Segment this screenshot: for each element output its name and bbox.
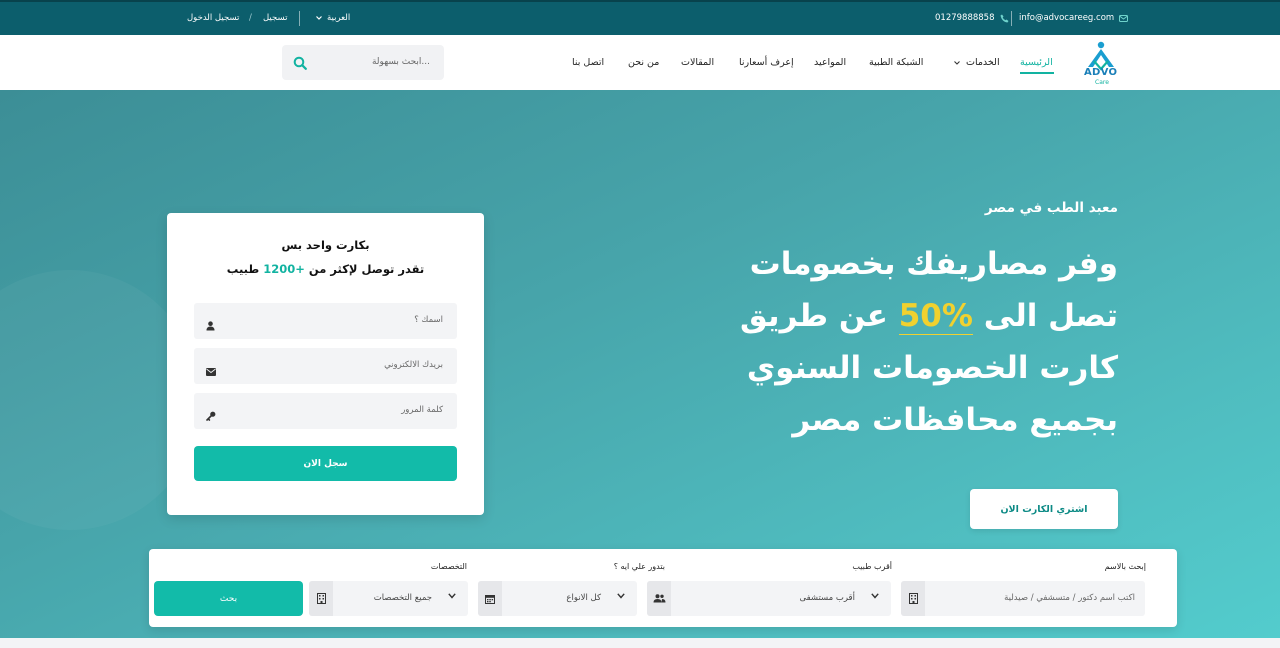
topbar-divider [299, 11, 300, 26]
name-search-placeholder: اكتب اسم دكتور / متسشفي / صيدلية [1004, 593, 1135, 603]
type-label: بتدور علي ايه ؟ [613, 562, 665, 571]
phone-text[interactable]: 01279888858 [935, 13, 995, 23]
calendar-icon [478, 581, 502, 616]
name-field[interactable]: اسمك ؟ [194, 303, 457, 339]
search-submit-button[interactable]: بحث [154, 581, 303, 616]
users-icon [647, 581, 671, 616]
subheading-end: طبيب [226, 262, 260, 276]
envelope-icon [206, 361, 216, 380]
topbar-divider [1011, 11, 1012, 26]
nearest-doctor-label: أقرب طبيب [852, 562, 892, 571]
nav-active-underline [1020, 72, 1054, 74]
hero-title-line-2-start: تصل الى [983, 298, 1118, 334]
auth-divider: / [249, 13, 252, 23]
email-field[interactable]: بريدك الالكتروني [194, 348, 457, 384]
envelope-icon [1119, 14, 1129, 22]
nav-appointments-label[interactable]: المواعيد [814, 57, 846, 68]
hero-title-line-4: بجميع محافظات مصر [792, 402, 1118, 438]
nav-articles-label[interactable]: المقالات [681, 57, 714, 68]
name-search-input[interactable]: اكتب اسم دكتور / متسشفي / صيدلية [901, 581, 1145, 616]
auth-divider-text: / [249, 13, 252, 23]
register-card-subheading: تقدر توصل لإكثر من 1200+ طبيب [167, 262, 484, 276]
language-label[interactable]: العربية [327, 13, 350, 23]
register-link-label[interactable]: تسجيل [263, 13, 287, 23]
register-card: بكارت واحد بس تقدر توصل لإكثر من 1200+ ط… [167, 213, 484, 515]
nearest-hospital-select[interactable]: أقرب مستشفى [647, 581, 891, 616]
nav-medical-network-label[interactable]: الشبكة الطبية [869, 57, 923, 68]
building-icon [901, 581, 925, 616]
logo-text: ADVO [1084, 67, 1118, 78]
nav-about[interactable]: من نحن [628, 57, 659, 68]
main-header: ADVO Care الرئيسية الخدمات الشبكة الطبية… [0, 35, 1280, 90]
language-selector[interactable]: العربية [316, 13, 350, 23]
contact-email[interactable]: info@advocareeg.com [1019, 13, 1129, 23]
nav-contact-label[interactable]: اتصل بنا [572, 57, 604, 68]
chevron-down-icon [448, 593, 456, 599]
nav-about-label[interactable]: من نحن [628, 57, 659, 68]
search-placeholder: ابحث بسهولة... [371, 57, 430, 67]
chevron-down-icon [871, 593, 879, 599]
password-field[interactable]: كلمة المرور [194, 393, 457, 429]
type-select[interactable]: كل الانواع [478, 581, 637, 616]
building-icon [309, 581, 333, 616]
name-search-label: إبحث بالاسم [1104, 562, 1146, 571]
nearest-hospital-value: أقرب مستشفى [799, 593, 856, 603]
hero-title-line-2-end: عن طريق [739, 298, 888, 334]
nav-prices[interactable]: إعرف أسعارنا [739, 57, 794, 68]
nav-services[interactable]: الخدمات [954, 57, 1000, 68]
doctor-count: 1200+ [263, 262, 305, 276]
type-value: كل الانواع [566, 593, 601, 603]
subheading-start: تقدر توصل لإكثر من [308, 262, 425, 276]
login-link[interactable]: تسجيل الدخول [187, 13, 239, 23]
specialties-select[interactable]: جميع التخصصات [309, 581, 468, 616]
nav-services-label[interactable]: الخدمات [966, 57, 1000, 68]
nav-home-label[interactable]: الرئيسية [1020, 57, 1053, 68]
top-bar: info@advocareeg.com 01279888858 العربية … [0, 0, 1280, 35]
logo-subtext: Care [1095, 79, 1109, 86]
discount-highlight: 50% [898, 298, 973, 335]
header-search-input[interactable]: ابحث بسهولة... [282, 45, 444, 80]
contact-phone[interactable]: 01279888858 [935, 13, 1009, 23]
register-link[interactable]: تسجيل [263, 13, 287, 23]
chevron-down-icon [316, 16, 322, 20]
specialties-label: التخصصات [430, 562, 467, 571]
phone-icon [1000, 14, 1008, 22]
nav-prices-label[interactable]: إعرف أسعارنا [739, 57, 794, 68]
nav-medical-network[interactable]: الشبكة الطبية [869, 57, 923, 68]
email-text[interactable]: info@advocareeg.com [1019, 13, 1114, 23]
chevron-down-icon [617, 593, 625, 599]
email-placeholder: بريدك الالكتروني [384, 360, 443, 370]
hero-title-line-2: تصل الى 50% عن طريق [598, 290, 1118, 342]
user-icon [206, 316, 215, 335]
key-icon [206, 406, 216, 425]
nav-home[interactable]: الرئيسية [1020, 57, 1053, 68]
buy-card-button[interactable]: اشتري الكارت الان [970, 489, 1118, 529]
nav-articles[interactable]: المقالات [681, 57, 714, 68]
nav-appointments[interactable]: المواعيد [814, 57, 846, 68]
name-placeholder: اسمك ؟ [414, 315, 443, 325]
chevron-down-icon [954, 60, 960, 65]
password-placeholder: كلمة المرور [401, 405, 443, 415]
register-card-heading: بكارت واحد بس [281, 238, 370, 252]
advocare-logo[interactable]: ADVO Care [1082, 39, 1120, 87]
hero-subtitle: معبد الطب في مصر [984, 200, 1118, 216]
search-icon[interactable] [293, 55, 307, 74]
login-link-label[interactable]: تسجيل الدخول [187, 13, 239, 23]
hero-title-line-1: وفر مصاريفك بخصومات [749, 246, 1118, 282]
hero-title-line-3: كارت الخصومات السنوي [746, 350, 1118, 386]
register-submit-button[interactable]: سجل الان [194, 446, 457, 481]
specialties-value: جميع التخصصات [373, 593, 432, 603]
doctor-search-panel: إبحث بالاسم اكتب اسم دكتور / متسشفي / صي… [149, 549, 1177, 627]
nav-contact[interactable]: اتصل بنا [572, 57, 604, 68]
hero-title: وفر مصاريفك بخصومات تصل الى 50% عن طريق … [598, 238, 1118, 446]
